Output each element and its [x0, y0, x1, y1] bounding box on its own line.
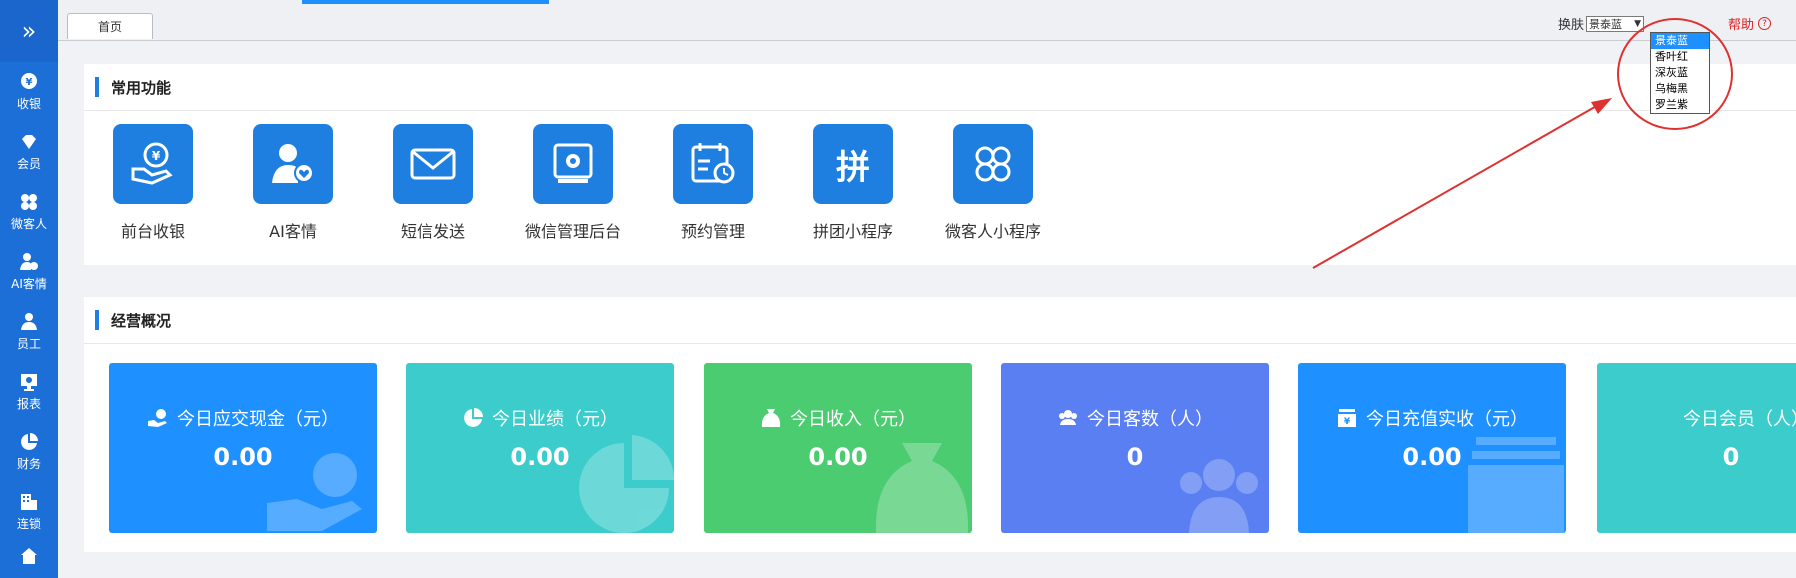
annotation-arrow	[1312, 98, 1612, 269]
